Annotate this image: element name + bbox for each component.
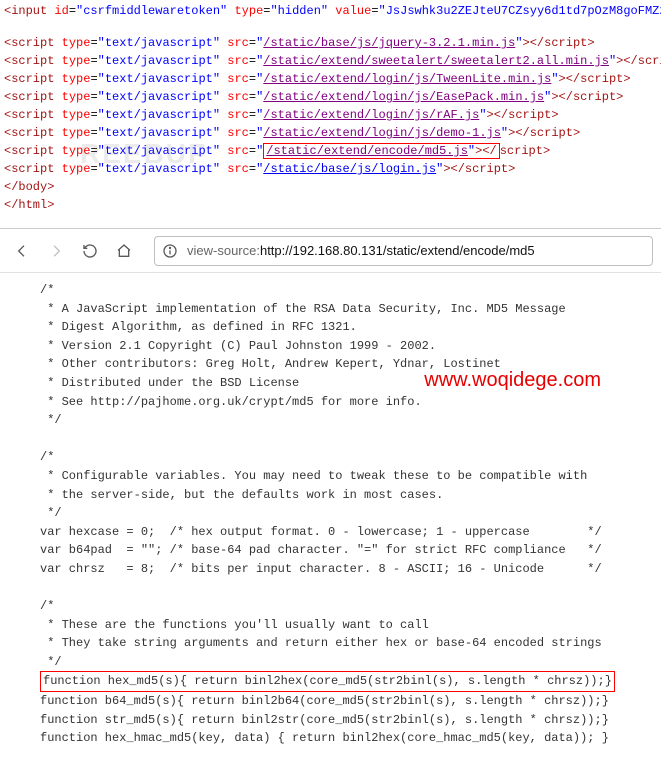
forward-button[interactable] bbox=[42, 237, 70, 265]
source-line-script: <script type="text/javascript" src="/sta… bbox=[4, 34, 657, 52]
script-src-link[interactable]: /static/extend/login/js/EasePack.min.js bbox=[263, 90, 544, 104]
url-path: http://192.168.80.131/static/extend/enco… bbox=[260, 243, 535, 258]
script-src-link[interactable]: /static/extend/encode/md5.js bbox=[266, 144, 468, 158]
source-line-script: <script type="text/javascript" src="/sta… bbox=[4, 160, 657, 178]
script-src-link[interactable]: /static/base/js/jquery-3.2.1.min.js bbox=[263, 36, 515, 50]
url-protocol: view-source: bbox=[187, 243, 260, 258]
info-icon[interactable] bbox=[161, 242, 179, 260]
source-line-script: <script type="text/javascript" src="/sta… bbox=[4, 124, 657, 142]
view-source-body: /* * A JavaScript implementation of the … bbox=[0, 273, 661, 760]
script-src-link[interactable]: /static/base/js/login.js bbox=[263, 162, 436, 176]
source-line-input: <input id="csrfmiddlewaretoken" type="hi… bbox=[4, 2, 657, 20]
source-line-script: <script type="text/javascript" src="/sta… bbox=[4, 142, 657, 160]
back-button[interactable] bbox=[8, 237, 36, 265]
reload-button[interactable] bbox=[76, 237, 104, 265]
source-line-script: <script type="text/javascript" src="/sta… bbox=[4, 106, 657, 124]
overlay-watermark-link: www.woqidege.com bbox=[424, 369, 601, 392]
source-line-close-html: </html> bbox=[4, 196, 657, 214]
source-line-script: <script type="text/javascript" src="/sta… bbox=[4, 70, 657, 88]
script-src-link[interactable]: /static/extend/login/js/TweenLite.min.js bbox=[263, 72, 551, 86]
browser-toolbar: view-source:http://192.168.80.131/static… bbox=[0, 229, 661, 273]
source-line-script: <script type="text/javascript" src="/sta… bbox=[4, 88, 657, 106]
script-src-link[interactable]: /static/extend/login/js/rAF.js bbox=[263, 108, 479, 122]
highlighted-function-line: function hex_md5(s){ return binl2hex(cor… bbox=[40, 671, 615, 692]
source-line-close-body: </body> bbox=[4, 178, 657, 196]
home-button[interactable] bbox=[110, 237, 138, 265]
script-src-link[interactable]: /static/extend/sweetalert/sweetalert2.al… bbox=[263, 54, 609, 68]
url-bar[interactable]: view-source:http://192.168.80.131/static… bbox=[154, 236, 653, 266]
source-line-script: <script type="text/javascript" src="/sta… bbox=[4, 52, 657, 70]
script-src-link[interactable]: /static/extend/login/js/demo-1.js bbox=[263, 126, 501, 140]
html-source-snippet: <input id="csrfmiddlewaretoken" type="hi… bbox=[0, 0, 661, 216]
url-text: view-source:http://192.168.80.131/static… bbox=[187, 243, 535, 258]
